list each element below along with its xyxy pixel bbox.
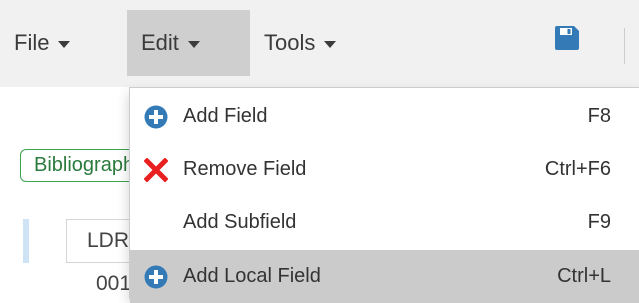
field-001-tag: 001 [96,272,132,295]
menu-item-shortcut: Ctrl+F6 [544,158,611,180]
file-menu[interactable]: File [14,10,71,76]
toolbar-divider [624,28,625,64]
edit-menu[interactable]: Edit [127,10,250,76]
tools-menu[interactable]: Tools [264,10,337,76]
red-x-icon [143,157,169,183]
menu-bar: File Edit Tools [0,0,639,87]
menu-item-shortcut: F8 [587,105,611,127]
save-button[interactable] [554,25,580,51]
menu-item-add-local-field[interactable]: Add Local Field Ctrl+L [130,250,639,303]
edit-dropdown-menu: Add Field F8 Remove Field Ctrl+F6 Add Su… [129,87,639,303]
menu-item-label: Add Local Field [183,265,321,287]
menu-item-label: Add Field [183,105,268,127]
menu-item-shortcut: F9 [587,211,611,233]
menu-item-remove-field[interactable]: Remove Field Ctrl+F6 [130,143,639,196]
tools-menu-label: Tools [264,30,316,55]
plus-circle-icon [143,264,169,290]
caret-down-icon [58,40,71,48]
caret-down-icon [187,40,200,48]
plus-circle-icon [143,104,169,130]
menu-item-label: Add Subfield [183,211,297,233]
menu-item-add-subfield[interactable]: Add Subfield F9 [130,196,639,249]
menu-item-shortcut: Ctrl+L [557,265,611,287]
menu-item-label: Remove Field [183,158,307,180]
edit-menu-label: Edit [141,30,179,55]
file-menu-label: File [14,30,50,55]
menu-item-add-field[interactable]: Add Field F8 [130,90,639,143]
field-row-marker [23,219,29,263]
floppy-disk-icon [555,26,579,50]
caret-down-icon [324,40,337,48]
